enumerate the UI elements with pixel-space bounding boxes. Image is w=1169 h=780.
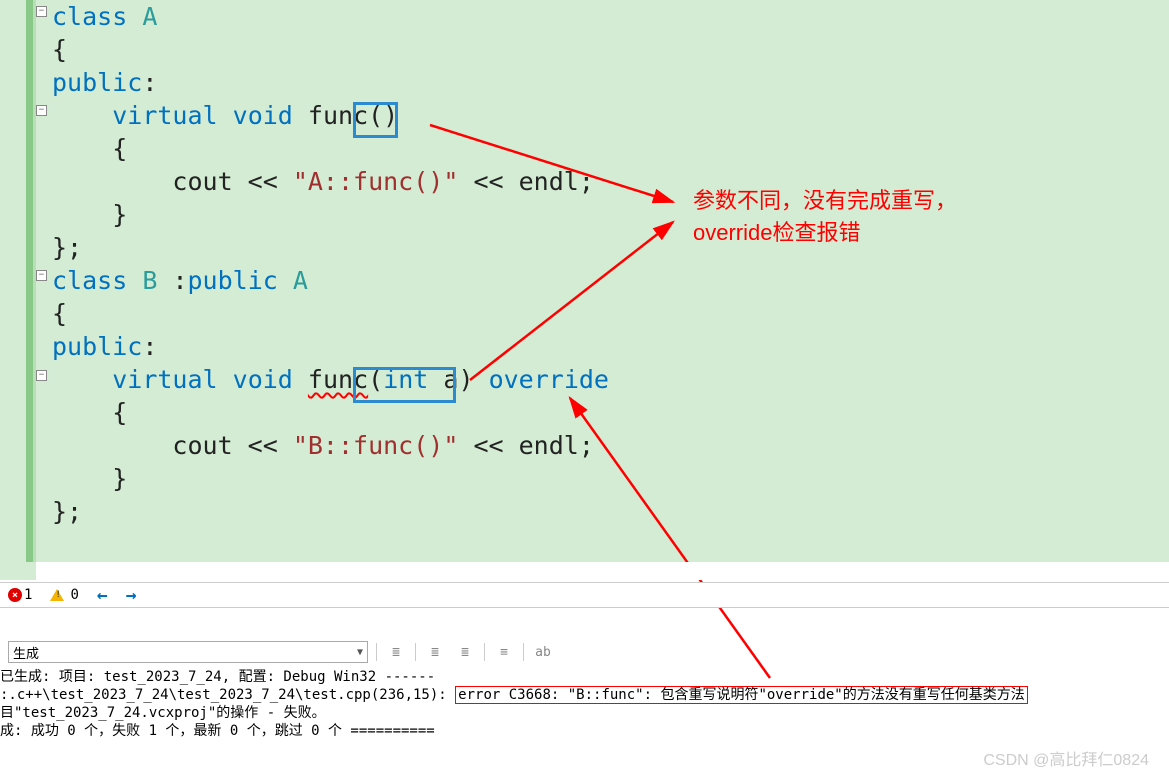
chevron-down-icon: ▼ <box>357 647 363 658</box>
annotation-line2: override检查报错 <box>693 217 957 249</box>
toolbar-btn-1[interactable]: ≣ <box>385 641 407 663</box>
fold-icon[interactable]: − <box>36 6 47 17</box>
fold-icon[interactable]: − <box>36 370 47 381</box>
toolbar-btn-4[interactable]: ≡ <box>493 641 515 663</box>
output-line3: 目"test_2023_7_24.vcxproj"的操作 - 失败。 <box>0 705 326 721</box>
warning-icon <box>50 589 64 601</box>
warning-count-value: 0 <box>70 587 78 603</box>
error-count-value: 1 <box>24 587 32 603</box>
highlight-box-2 <box>353 367 456 403</box>
fold-icon[interactable]: − <box>36 270 47 281</box>
output-text[interactable]: 已生成: 项目: test_2023_7_24, 配置: Debug Win32… <box>0 666 1169 740</box>
code-content[interactable]: class A{public: virtual void func() { co… <box>52 0 609 528</box>
fold-icon[interactable]: − <box>36 105 47 116</box>
output-line1: 已生成: 项目: test_2023_7_24, 配置: Debug Win32… <box>0 669 435 685</box>
toolbar-btn-5[interactable]: ab <box>532 641 554 663</box>
highlight-box-1 <box>353 102 398 138</box>
toolbar-btn-2[interactable]: ≣ <box>424 641 446 663</box>
code-editor[interactable]: − − − − class A{public: virtual void fun… <box>0 0 1169 580</box>
toolbar-btn-3[interactable]: ≣ <box>454 641 476 663</box>
output-source-combo[interactable]: 生成 ▼ <box>8 641 368 663</box>
annotation-text: 参数不同，没有完成重写， override检查报错 <box>693 185 957 249</box>
watermark: CSDN @高比拜仁0824 <box>983 746 1149 770</box>
output-line4: 成: 成功 0 个，失败 1 个，最新 0 个，跳过 0 个 =========… <box>0 723 435 739</box>
error-icon: × <box>8 588 22 602</box>
output-toolbar: 生成 ▼ ≣ ≣ ≣ ≡ ab <box>0 638 1169 666</box>
warning-count[interactable]: 0 <box>50 587 78 603</box>
status-bar: × 1 0 ← → <box>0 582 1169 608</box>
output-error-box: error C3668: "B::func": 包含重写说明符"override… <box>455 686 1028 704</box>
error-count[interactable]: × 1 <box>8 587 32 603</box>
output-line2-path: :.c++\test_2023_7_24\test_2023_7_24\test… <box>0 687 455 703</box>
output-panel: 生成 ▼ ≣ ≣ ≣ ≡ ab 已生成: 项目: test_2023_7_24,… <box>0 638 1169 740</box>
gutter: − − − − <box>0 0 40 562</box>
nav-prev-icon[interactable]: ← <box>97 585 108 606</box>
nav-next-icon[interactable]: → <box>126 585 137 606</box>
combo-value: 生成 <box>13 643 39 662</box>
annotation-line1: 参数不同，没有完成重写， <box>693 185 957 217</box>
